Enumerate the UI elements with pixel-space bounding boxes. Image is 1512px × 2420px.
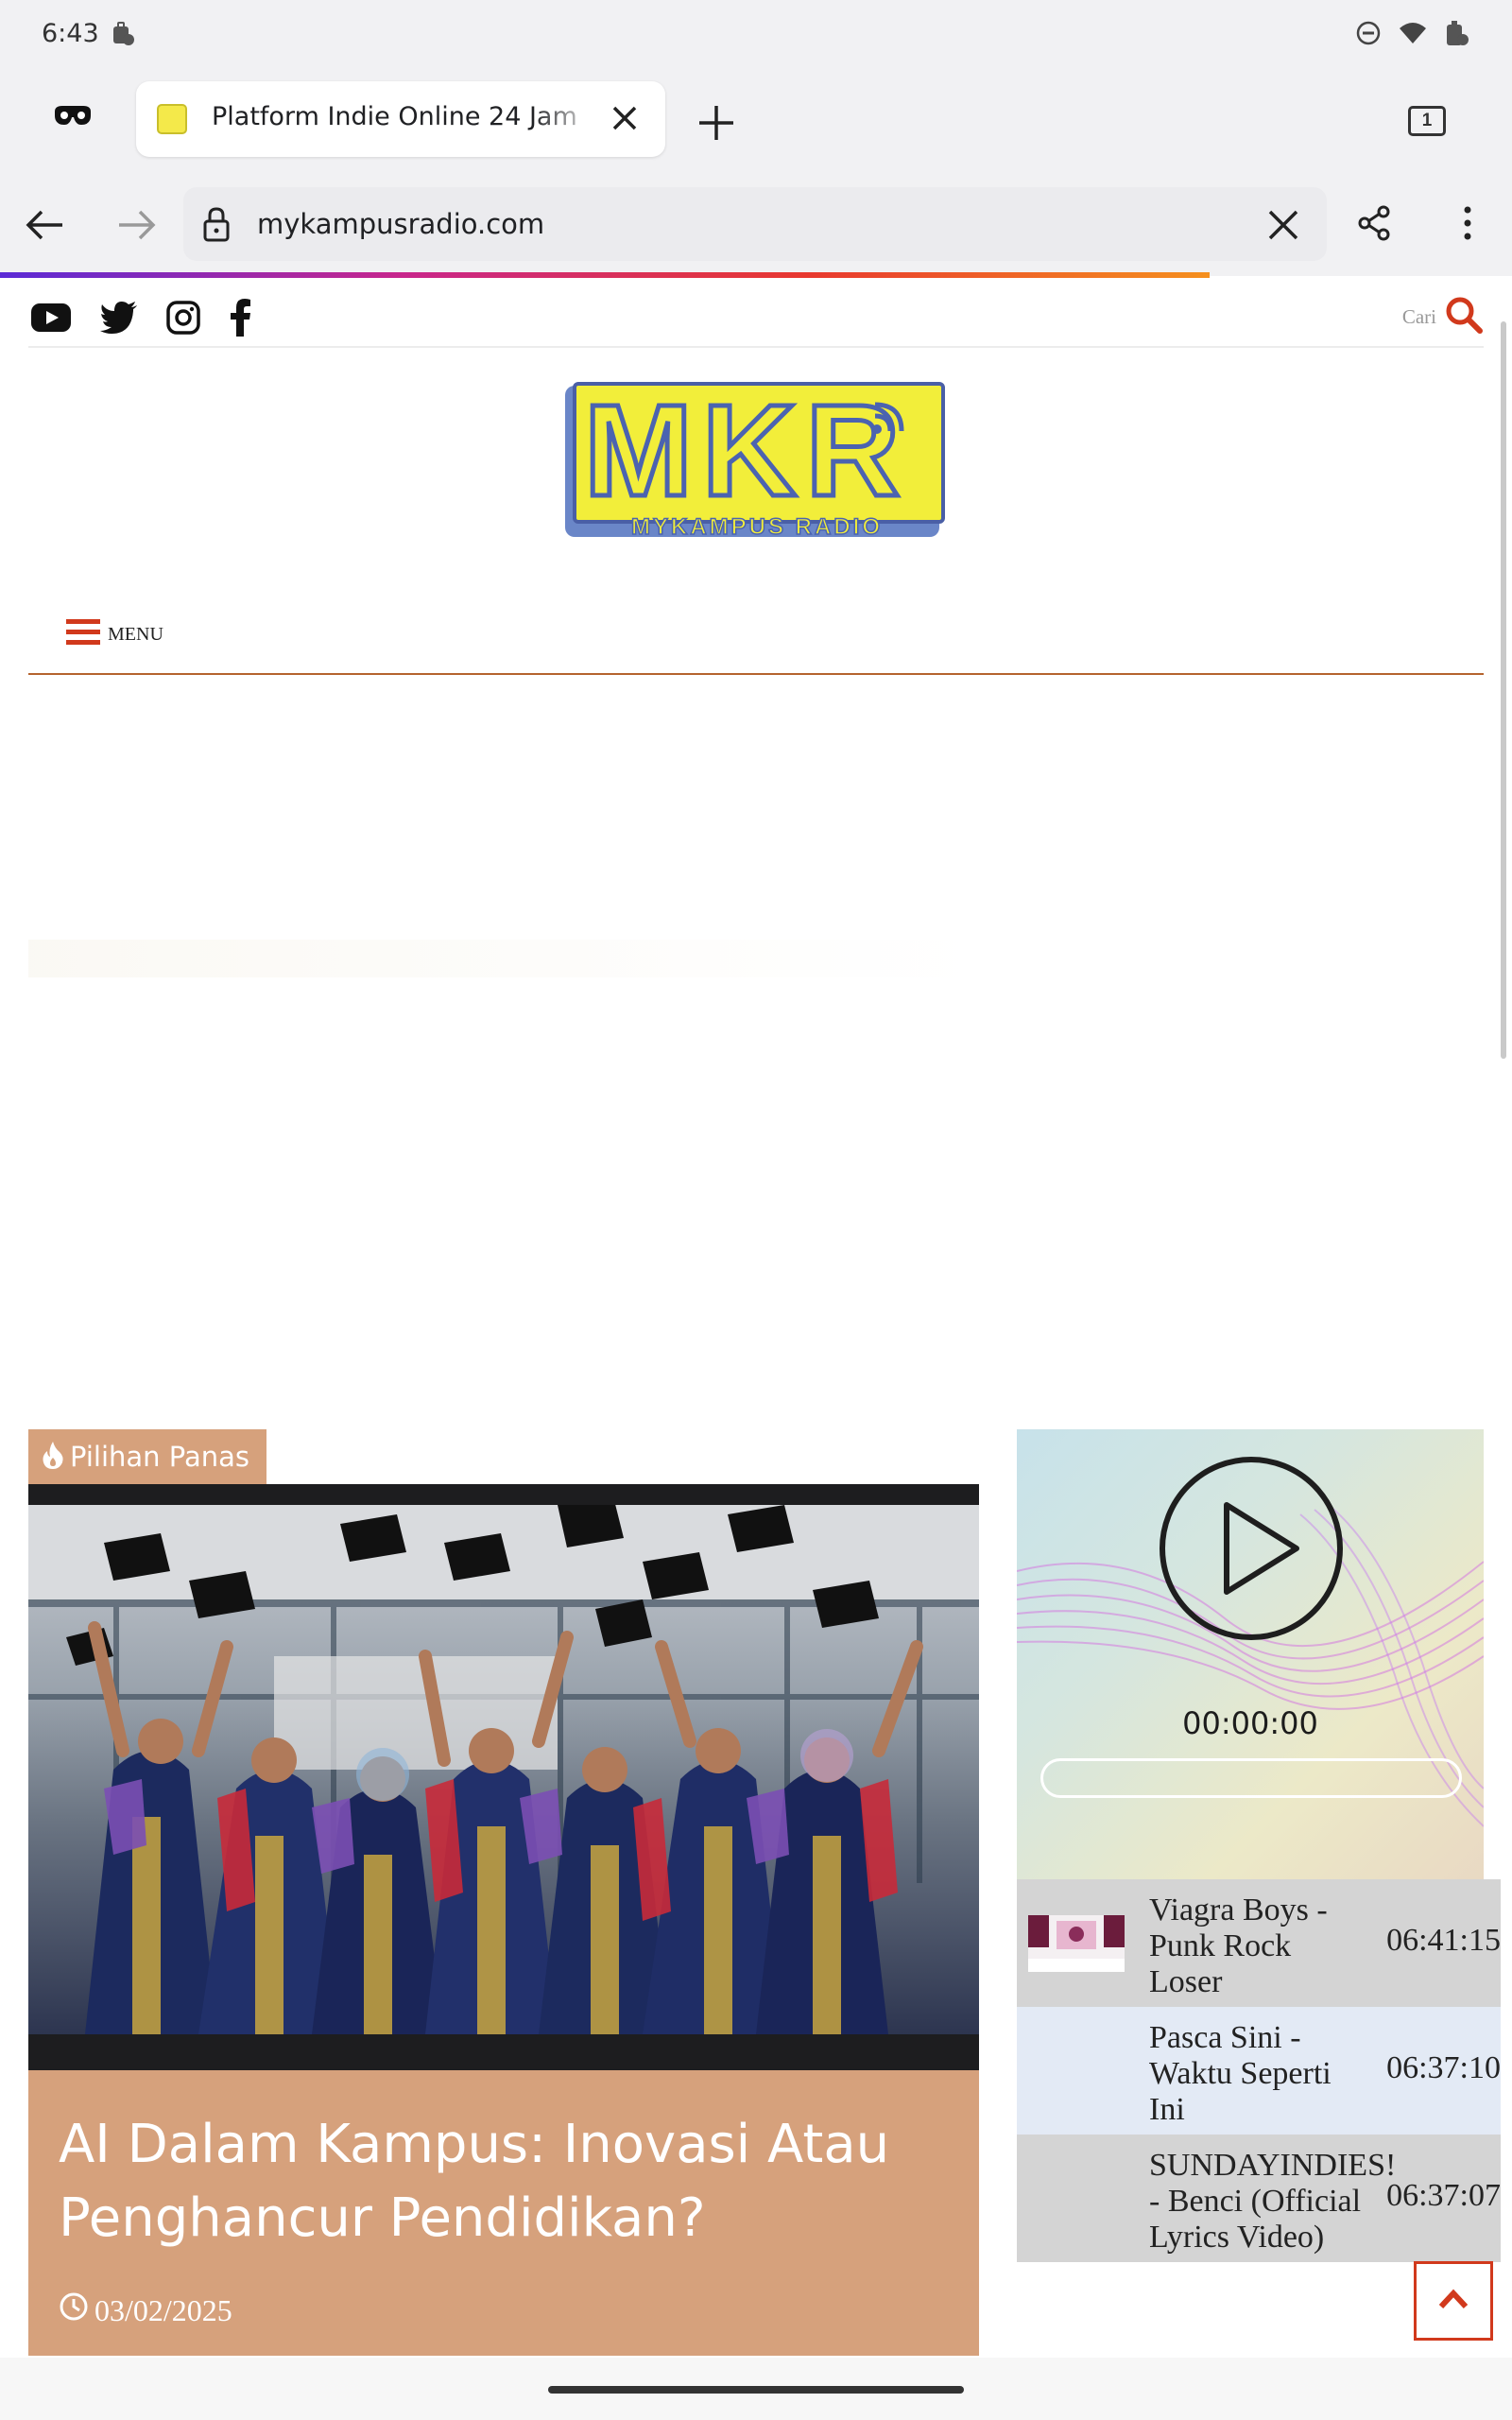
- featured-card[interactable]: AI Dalam Kampus: Inovasi Atau Penghancur…: [28, 2070, 979, 2356]
- menu-label: MENU: [108, 624, 163, 645]
- badge-label: Pilihan Panas: [70, 1441, 249, 1473]
- url-text: mykampusradio.com: [257, 208, 545, 240]
- close-tab-icon[interactable]: [609, 102, 641, 139]
- search-label: Cari: [1401, 305, 1436, 328]
- share-icon[interactable]: [1355, 204, 1393, 247]
- browser-tab[interactable]: Platform Indie Online 24 Jam: [136, 81, 665, 157]
- player-time: 00:00:00: [1182, 1705, 1318, 1741]
- hamburger-icon: [66, 618, 100, 651]
- ad-placeholder: [28, 940, 983, 977]
- new-tab-icon[interactable]: [697, 104, 735, 147]
- site-logo[interactable]: MKR MYKAMPUS RADIO: [565, 376, 947, 548]
- status-bar: 6:43: [0, 0, 1512, 68]
- instagram-icon[interactable]: [166, 301, 200, 339]
- youtube-icon[interactable]: [30, 302, 72, 338]
- chevron-up-icon: [1437, 2288, 1469, 2315]
- track-time: 06:37:10: [1386, 2050, 1501, 2085]
- do-not-disturb-icon: [1355, 20, 1382, 51]
- twitter-icon[interactable]: [100, 302, 138, 338]
- track-title: Viagra Boys - Punk Rock Loser: [1149, 1893, 1328, 1999]
- battery-icon: [1444, 19, 1470, 52]
- featured-date: 03/02/2025: [59, 2291, 232, 2329]
- search-icon[interactable]: [1444, 295, 1484, 339]
- facebook-icon[interactable]: [229, 299, 251, 341]
- gesture-nav-handle[interactable]: [548, 2386, 964, 2394]
- list-item[interactable]: SUNDAYINDIES! - Benci (Official Lyrics V…: [1017, 2135, 1501, 2262]
- logo-subtitle: MYKAMPUS RADIO: [630, 513, 884, 541]
- track-thumbnail: [1028, 1915, 1125, 1972]
- status-time: 6:43: [42, 19, 99, 48]
- tab-title: Platform Indie Online 24 Jam: [212, 102, 577, 131]
- back-arrow-icon[interactable]: [25, 208, 66, 247]
- back-to-top-button[interactable]: [1414, 2261, 1493, 2341]
- hot-pick-badge[interactable]: Pilihan Panas: [28, 1429, 266, 1484]
- radio-signal-icon: [869, 399, 907, 441]
- track-time: 06:41:15: [1386, 1923, 1501, 1958]
- track-title: SUNDAYINDIES! - Benci (Official Lyrics V…: [1149, 2148, 1397, 2255]
- radio-player: 00:00:00: [1017, 1429, 1484, 1879]
- track-title: Pasca Sini - Waktu Seperti Ini: [1149, 2020, 1332, 2127]
- featured-image[interactable]: [28, 1484, 979, 2070]
- featured-title[interactable]: AI Dalam Kampus: Inovasi Atau Penghancur…: [59, 2108, 947, 2256]
- recent-tracks: Viagra Boys - Punk Rock Loser 06:41:15 P…: [1017, 1879, 1501, 2262]
- site-favicon: [157, 104, 187, 134]
- site-search[interactable]: Cari: [1402, 295, 1484, 339]
- featured-date-text: 03/02/2025: [94, 2292, 232, 2327]
- player-progress-bar[interactable]: [1040, 1758, 1462, 1798]
- more-options-icon[interactable]: [1453, 204, 1482, 247]
- list-item[interactable]: Viagra Boys - Punk Rock Loser 06:41:15: [1017, 1879, 1501, 2007]
- social-links: [30, 299, 251, 341]
- wifi-icon: [1399, 21, 1427, 50]
- work-profile-icon: [110, 21, 136, 52]
- clock-icon: [59, 2291, 89, 2329]
- clear-url-icon[interactable]: [1266, 208, 1300, 247]
- page-scrollbar[interactable]: [1501, 321, 1506, 1059]
- play-button[interactable]: [1157, 1454, 1346, 1648]
- flame-icon: [42, 1441, 64, 1474]
- menu-button[interactable]: MENU: [66, 618, 163, 651]
- web-page: Cari MKR MYKAMPUS RADIO MENU Pilihan Pan…: [0, 278, 1512, 2358]
- forward-arrow-icon[interactable]: [115, 208, 157, 247]
- url-field[interactable]: mykampusradio.com: [183, 187, 1327, 261]
- tab-strip: Platform Indie Online 24 Jam 1: [0, 68, 1512, 172]
- logo-text: MKR: [581, 376, 910, 527]
- incognito-icon[interactable]: [53, 102, 93, 133]
- address-bar: mykampusradio.com: [0, 172, 1512, 276]
- track-time: 06:37:07: [1386, 2178, 1501, 2213]
- list-item[interactable]: Pasca Sini - Waktu Seperti Ini 06:37:10: [1017, 2007, 1501, 2135]
- tab-count-button[interactable]: 1: [1408, 106, 1446, 136]
- lock-icon[interactable]: [202, 206, 231, 247]
